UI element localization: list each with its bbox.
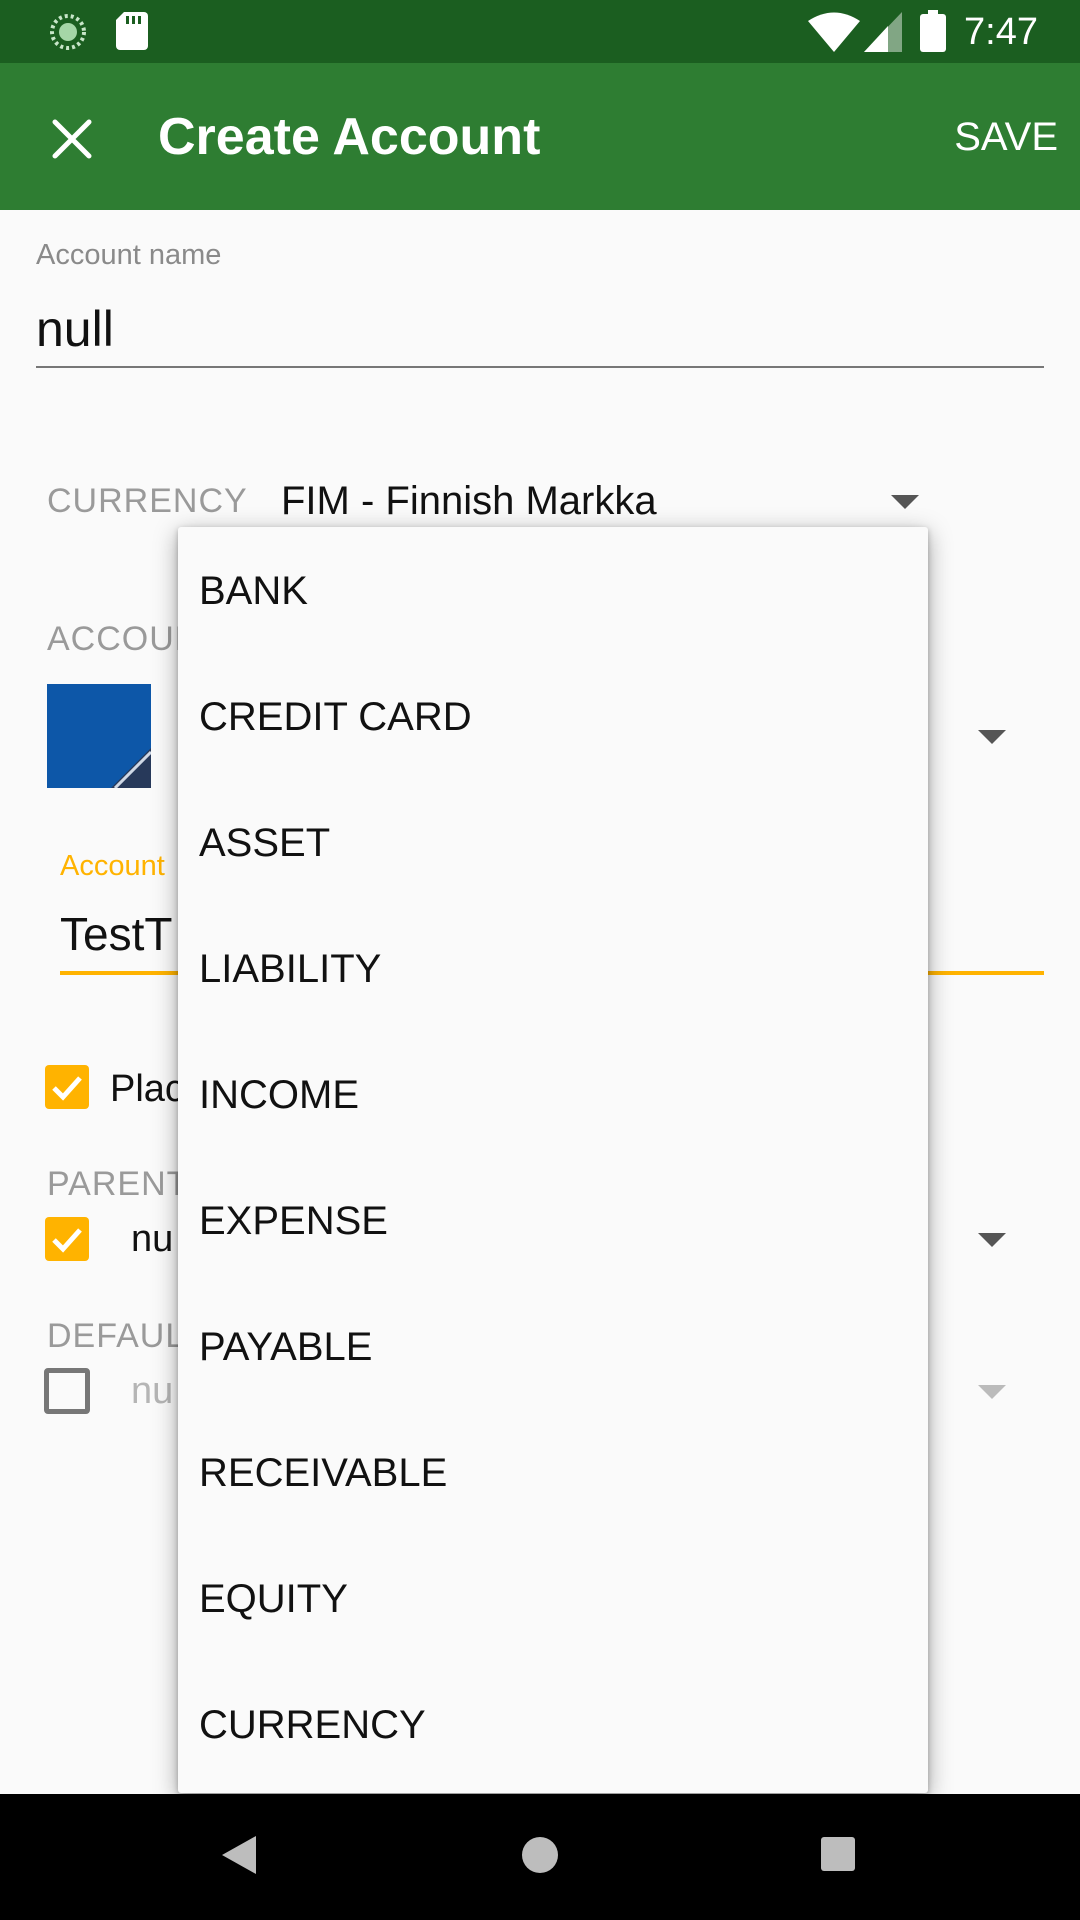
close-button[interactable] xyxy=(42,109,102,169)
menu-item-credit-card[interactable]: CREDIT CARD xyxy=(199,692,472,742)
parent-account-chevron-down-icon[interactable] xyxy=(978,1233,1006,1247)
account-description-label: Account xyxy=(60,850,165,882)
placeholder-checkbox[interactable] xyxy=(45,1065,89,1109)
account-name-underline xyxy=(36,366,1044,368)
sd-card-icon xyxy=(116,12,148,50)
check-icon xyxy=(52,1228,82,1253)
parent-account-label: PARENT xyxy=(47,1165,189,1203)
parent-account-select[interactable]: nu xyxy=(131,1218,173,1261)
account-color-swatch[interactable] xyxy=(47,684,151,788)
home-icon[interactable] xyxy=(521,1836,559,1874)
app-bar: Create Account SAVE xyxy=(0,63,1080,210)
account-type-chevron-down-icon[interactable] xyxy=(978,730,1006,744)
battery-icon xyxy=(920,10,946,52)
placeholder-label: Plac xyxy=(110,1068,184,1110)
check-icon xyxy=(52,1076,82,1101)
menu-item-asset[interactable]: ASSET xyxy=(199,818,330,868)
recents-icon[interactable] xyxy=(821,1837,855,1871)
menu-item-liability[interactable]: LIABILITY xyxy=(199,944,381,994)
back-icon[interactable] xyxy=(222,1836,256,1874)
currency-select[interactable]: FIM - Finnish Markka xyxy=(281,479,657,524)
account-type-dropdown-menu: BANK CREDIT CARD ASSET LIABILITY INCOME … xyxy=(178,527,928,1793)
close-icon xyxy=(52,119,92,159)
currency-chevron-down-icon[interactable] xyxy=(891,495,919,509)
default-transfer-select[interactable]: nu xyxy=(131,1370,173,1413)
menu-item-payable[interactable]: PAYABLE xyxy=(199,1322,372,1372)
edit-corner-icon xyxy=(111,748,151,788)
currency-label: CURRENCY xyxy=(47,482,248,520)
default-transfer-checkbox[interactable] xyxy=(44,1368,90,1414)
parent-account-checkbox[interactable] xyxy=(45,1217,89,1261)
status-bar: 7:47 xyxy=(0,0,1080,63)
menu-item-income[interactable]: INCOME xyxy=(199,1070,359,1120)
page-title: Create Account xyxy=(158,108,541,166)
menu-item-equity[interactable]: EQUITY xyxy=(199,1574,348,1624)
wifi-icon xyxy=(808,12,860,52)
loading-icon xyxy=(50,14,86,50)
status-time: 7:47 xyxy=(964,11,1038,53)
menu-item-bank[interactable]: BANK xyxy=(199,566,308,616)
account-name-label: Account name xyxy=(36,239,222,271)
navigation-bar xyxy=(0,1794,1080,1920)
save-button[interactable]: SAVE xyxy=(954,113,1058,161)
menu-item-expense[interactable]: EXPENSE xyxy=(199,1196,388,1246)
signal-icon xyxy=(864,12,902,52)
menu-item-currency[interactable]: CURRENCY xyxy=(199,1700,426,1750)
menu-item-receivable[interactable]: RECEIVABLE xyxy=(199,1448,447,1498)
account-name-input[interactable]: null xyxy=(36,300,114,358)
default-transfer-chevron-down-icon[interactable] xyxy=(978,1385,1006,1399)
account-description-input[interactable]: TestT xyxy=(60,907,172,961)
